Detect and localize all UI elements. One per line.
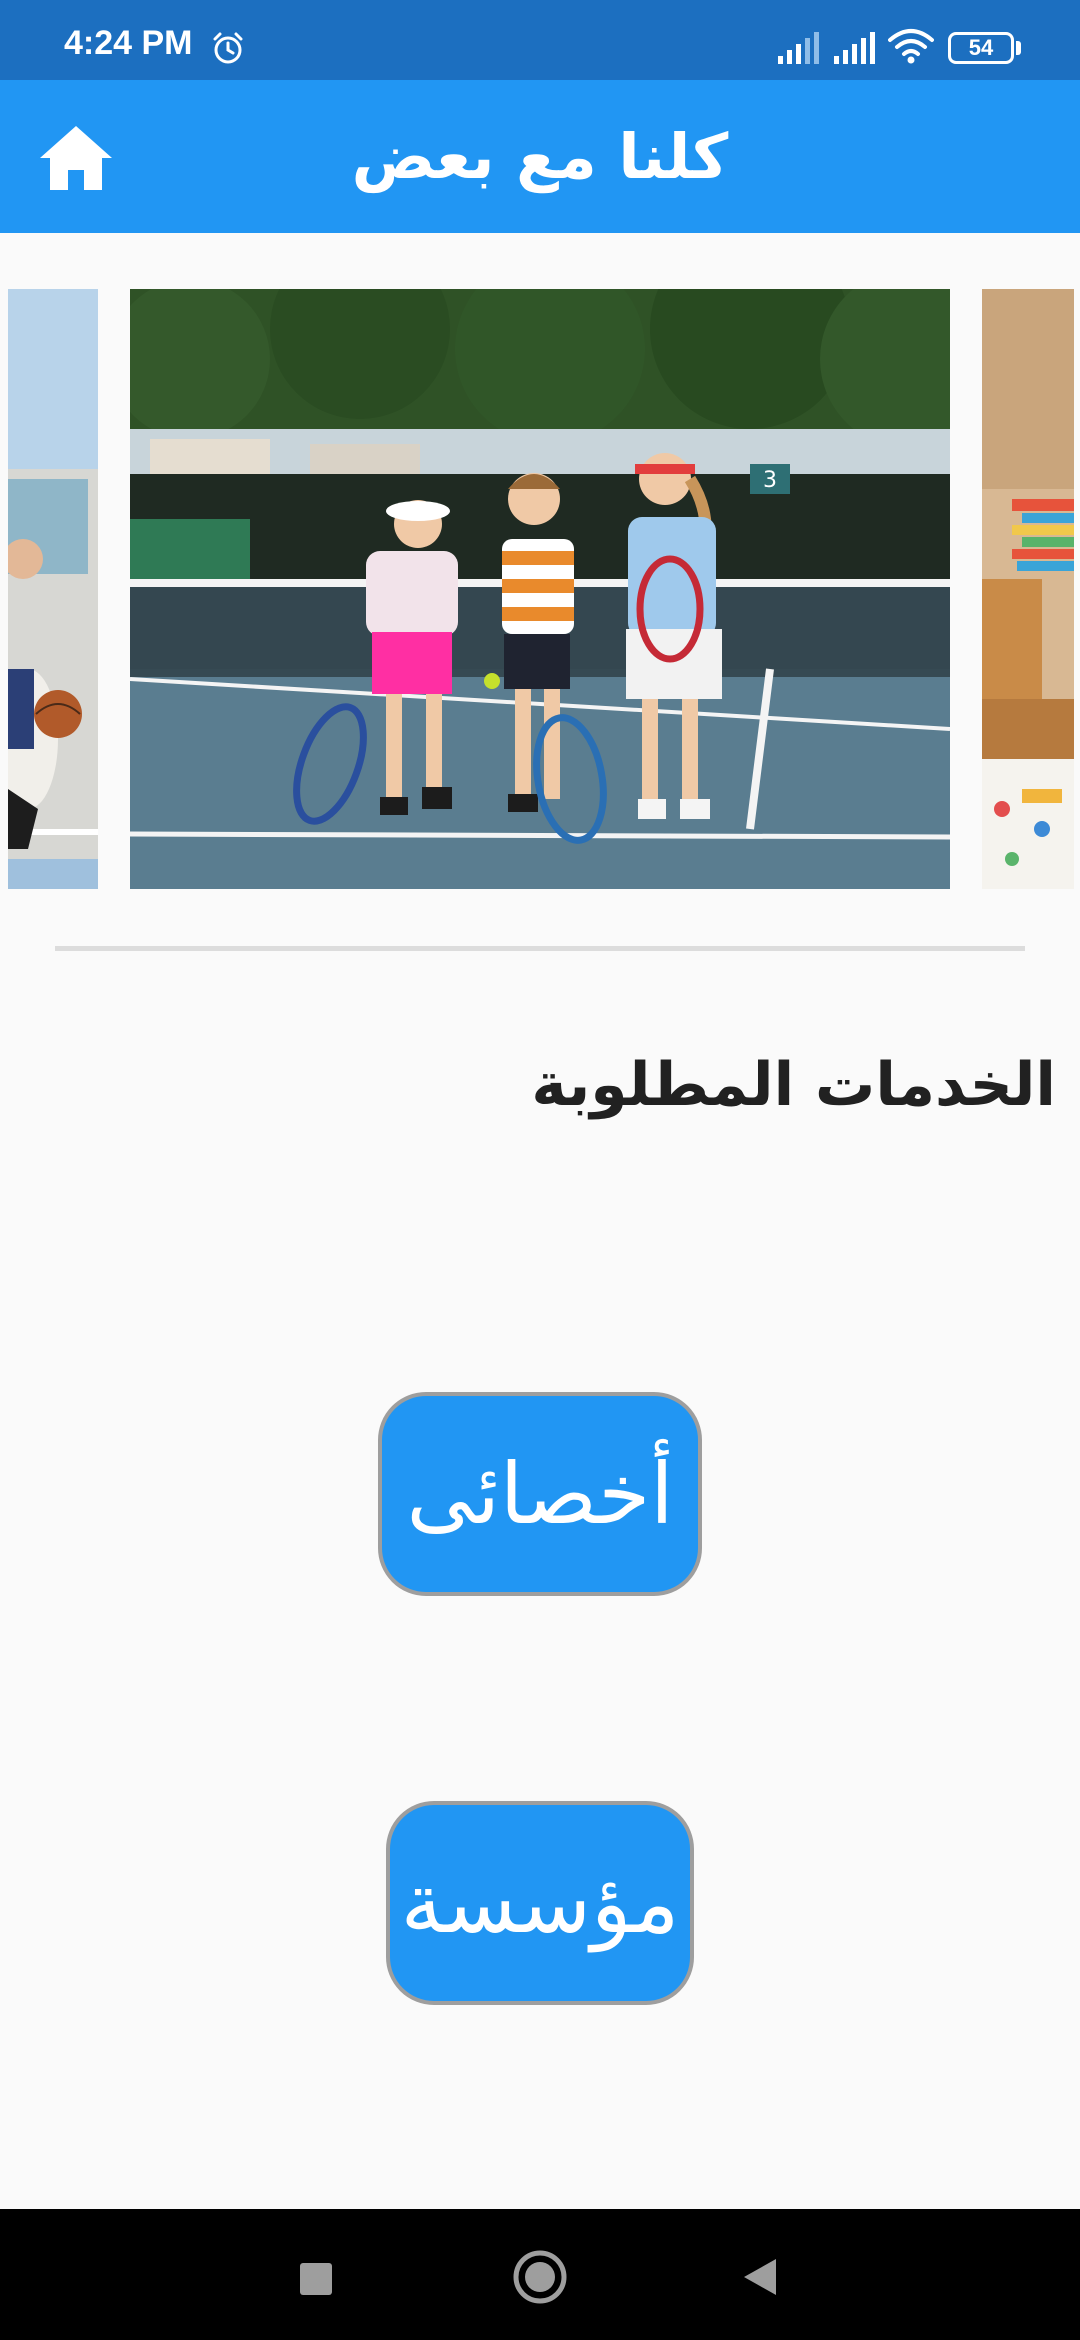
back-icon[interactable]	[740, 2255, 780, 2299]
status-bar: 4:24 PM 54	[0, 0, 1080, 80]
system-nav-bar	[0, 2209, 1080, 2340]
home-icon[interactable]	[36, 120, 116, 196]
basketball-photo	[8, 289, 98, 889]
recent-apps-icon[interactable]	[300, 2263, 332, 2295]
signal-icon	[834, 32, 875, 64]
status-time: 4:24 PM	[64, 24, 193, 62]
wifi-icon	[888, 29, 934, 64]
section-title: الخدمات المطلوبة	[531, 1050, 1056, 1120]
home-circle-icon[interactable]	[512, 2249, 568, 2305]
battery-tip	[1016, 41, 1021, 55]
specialist-button[interactable]: أخصائى	[378, 1392, 702, 1596]
app-bar: كلنا مع بعض	[0, 80, 1080, 233]
app-title: كلنا مع بعض	[351, 120, 729, 193]
svg-text:3: 3	[763, 468, 777, 493]
divider	[55, 946, 1025, 951]
classroom-photo	[982, 289, 1074, 889]
app-screen: 4:24 PM 54 كلنا مع بعض 3 الخدمات المطلوب…	[0, 0, 1080, 2340]
signal-icon	[778, 32, 819, 64]
children-tennis-photo: 3	[130, 289, 950, 889]
carousel-slide-tennis[interactable]: 3	[130, 289, 950, 889]
alarm-icon	[213, 32, 243, 64]
carousel-slide-basketball[interactable]	[8, 289, 98, 889]
carousel-slide-classroom[interactable]	[982, 289, 1074, 889]
image-carousel[interactable]: 3	[0, 289, 1080, 889]
institution-button[interactable]: مؤسسة	[386, 1801, 694, 2005]
battery-icon: 54	[948, 32, 1014, 64]
